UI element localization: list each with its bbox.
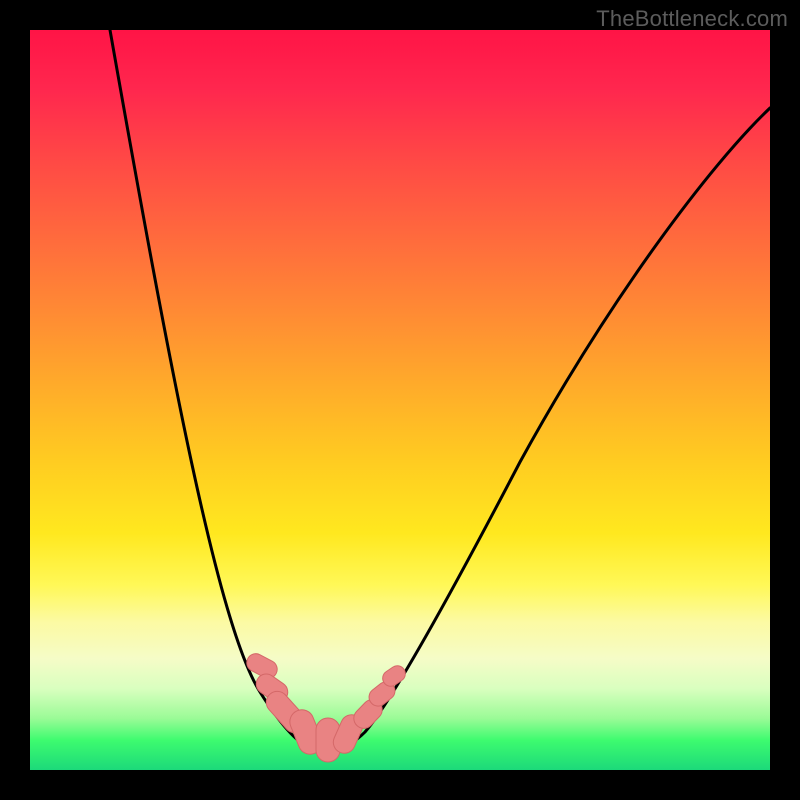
- chart-svg: [30, 30, 770, 770]
- plot-area: [30, 30, 770, 770]
- bottleneck-curve: [110, 30, 770, 751]
- chart-frame: TheBottleneck.com: [0, 0, 800, 800]
- watermark-text: TheBottleneck.com: [596, 6, 788, 32]
